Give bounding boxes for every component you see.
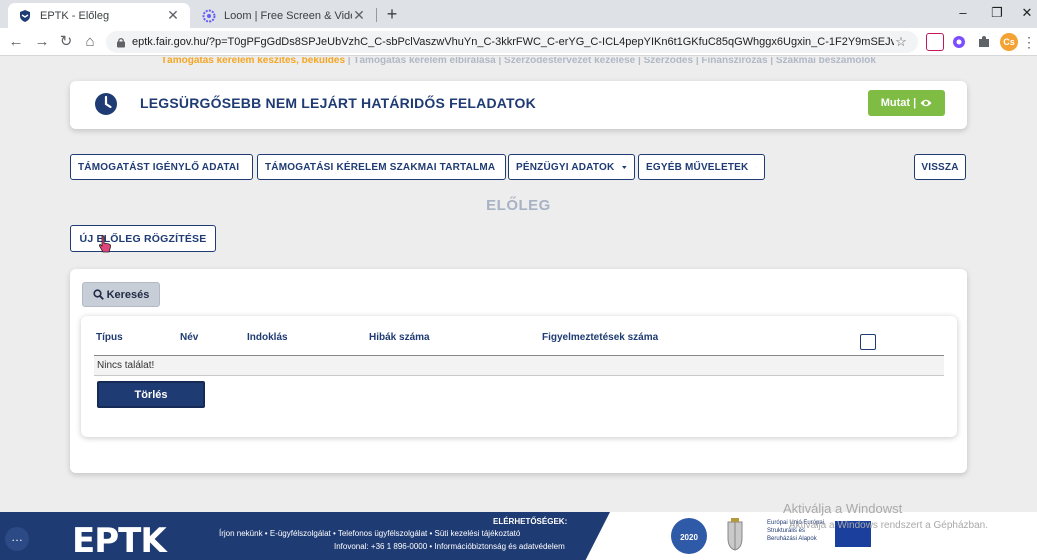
- deadline-title: LEGSÜRGŐSEBB NEM LEJÁRT HATÁRIDŐS FELADA…: [140, 95, 536, 111]
- eptk-favicon-icon: [20, 9, 30, 22]
- tab-title: EPTK - Előleg: [40, 9, 110, 22]
- show-deadlines-button[interactable]: Mutat |: [868, 90, 945, 116]
- extension-gear-icon[interactable]: [950, 33, 968, 51]
- subnav-items[interactable]: | Támogatás kérelem elbírálása | Szerződ…: [345, 57, 876, 66]
- back-icon[interactable]: ←: [6, 32, 26, 52]
- extensions-puzzle-icon[interactable]: [975, 33, 993, 51]
- url-text: eptk.fair.gov.hu/?p=T0gPFgGdDs8SPJeUbVzh…: [132, 36, 894, 48]
- row-divider: [94, 375, 944, 376]
- minimize-icon[interactable]: –: [946, 2, 980, 24]
- page-content: Támogatás kérelem készítés, beküldés | T…: [0, 57, 1037, 560]
- process-subnav: Támogatás kérelem készítés, beküldés | T…: [0, 57, 1037, 67]
- tab-close-icon[interactable]: ✕: [352, 7, 366, 24]
- search-button-label: Keresés: [106, 288, 150, 301]
- tab-title: Loom | Free Screen & Video Reco: [224, 9, 352, 22]
- chevron-down-icon: [756, 166, 757, 168]
- contacts-title: ELÉRHETŐSÉGEK:: [493, 517, 568, 526]
- deadline-panel: LEGSÜRGŐSEBB NEM LEJÁRT HATÁRIDŐS FELADA…: [70, 81, 967, 129]
- extension-mirror-icon[interactable]: [926, 33, 944, 51]
- page-title: ELŐLEG: [486, 197, 551, 214]
- windows-activation-title: Aktiválja a Windowst: [783, 501, 903, 516]
- address-bar[interactable]: eptk.fair.gov.hu/?p=T0gPFgGdDs8SPJeUbVzh…: [106, 31, 918, 53]
- tab-loom[interactable]: Loom | Free Screen & Video Reco ✕: [192, 3, 376, 28]
- clock-icon: [95, 93, 117, 115]
- search-icon: [92, 289, 104, 300]
- chevron-down-icon: [622, 165, 627, 169]
- search-button[interactable]: Keresés: [82, 282, 160, 307]
- browser-tabstrip: EPTK - Előleg ✕ Loom | Free Screen & Vid…: [0, 0, 1037, 28]
- new-tab-icon[interactable]: +: [382, 4, 402, 24]
- show-button-label: Mutat |: [880, 97, 917, 109]
- hand-cursor-icon: [98, 235, 111, 253]
- szechenyi-2020-logo: 2020: [671, 518, 707, 554]
- tab-separator: [376, 8, 377, 22]
- delete-button[interactable]: Törlés: [97, 381, 205, 408]
- chat-icon[interactable]: …: [5, 527, 29, 551]
- subnav-item-active[interactable]: Támogatás kérelem készítés, beküldés: [161, 57, 345, 66]
- footer-links[interactable]: Írjon nekünk • E-ügyfélszolgálat • Telef…: [219, 529, 520, 538]
- results-table: Típus Név Indoklás Hibák száma Figyelmez…: [81, 316, 957, 437]
- forward-icon[interactable]: →: [32, 32, 52, 52]
- window-close-icon[interactable]: ✕: [1010, 2, 1037, 24]
- footer-infoline[interactable]: Infovonal: +36 1 896-0000 • Információbi…: [334, 542, 565, 551]
- profile-avatar[interactable]: Cs: [1000, 33, 1018, 51]
- column-header[interactable]: Név: [180, 332, 198, 343]
- back-button[interactable]: VISSZA: [914, 154, 966, 180]
- select-all-checkbox[interactable]: [860, 334, 876, 350]
- application-content-menu[interactable]: TÁMOGATÁSI KÉRELEM SZAKMAI TARTALMA: [257, 154, 506, 180]
- menu-label: PÉNZÜGYI ADATOK: [516, 161, 615, 173]
- column-header[interactable]: Hibák száma: [369, 332, 430, 343]
- lock-icon: [117, 37, 125, 47]
- tab-close-icon[interactable]: ✕: [166, 7, 180, 24]
- reload-icon[interactable]: ↻: [56, 32, 76, 52]
- menu-label: EGYÉB MŰVELETEK: [646, 161, 749, 173]
- bookmark-star-icon[interactable]: ☆: [894, 34, 908, 50]
- new-advance-button[interactable]: ÚJ ELŐLEG RÖGZÍTÉSE: [70, 225, 216, 252]
- menu-label: TÁMOGATÁSI KÉRELEM SZAKMAI TARTALMA: [265, 161, 496, 173]
- browser-menu-icon[interactable]: ⋮: [1022, 33, 1036, 51]
- results-panel: Keresés Típus Név Indoklás Hibák száma F…: [70, 269, 967, 473]
- windows-activation-subtitle: Aktiválja a Windows rendszert a Gépházba…: [789, 520, 988, 531]
- loom-favicon-icon: [202, 9, 216, 22]
- hungarian-crest-icon: [727, 518, 743, 551]
- applicant-data-menu[interactable]: TÁMOGATÁST IGÉNYLŐ ADATAI: [70, 154, 253, 180]
- maximize-icon[interactable]: ❐: [980, 2, 1014, 24]
- footer-logo: EPTK: [72, 521, 167, 560]
- eye-icon: [920, 99, 932, 107]
- home-icon[interactable]: ⌂: [80, 32, 100, 52]
- column-header[interactable]: Típus: [96, 332, 123, 343]
- table-row: Nincs találat!: [94, 356, 944, 375]
- no-results-text: Nincs találat!: [97, 360, 155, 371]
- menu-label: TÁMOGATÁST IGÉNYLŐ ADATAI: [78, 161, 240, 173]
- browser-toolbar: ← → ↻ ⌂ eptk.fair.gov.hu/?p=T0gPFgGdDs8S…: [0, 28, 1037, 56]
- column-header[interactable]: Figyelmeztetések száma: [542, 332, 658, 343]
- financial-data-menu[interactable]: PÉNZÜGYI ADATOK: [508, 154, 635, 180]
- column-header[interactable]: Indoklás: [247, 332, 288, 343]
- tab-eptk[interactable]: EPTK - Előleg ✕: [8, 3, 190, 28]
- other-actions-menu[interactable]: EGYÉB MŰVELETEK: [638, 154, 765, 180]
